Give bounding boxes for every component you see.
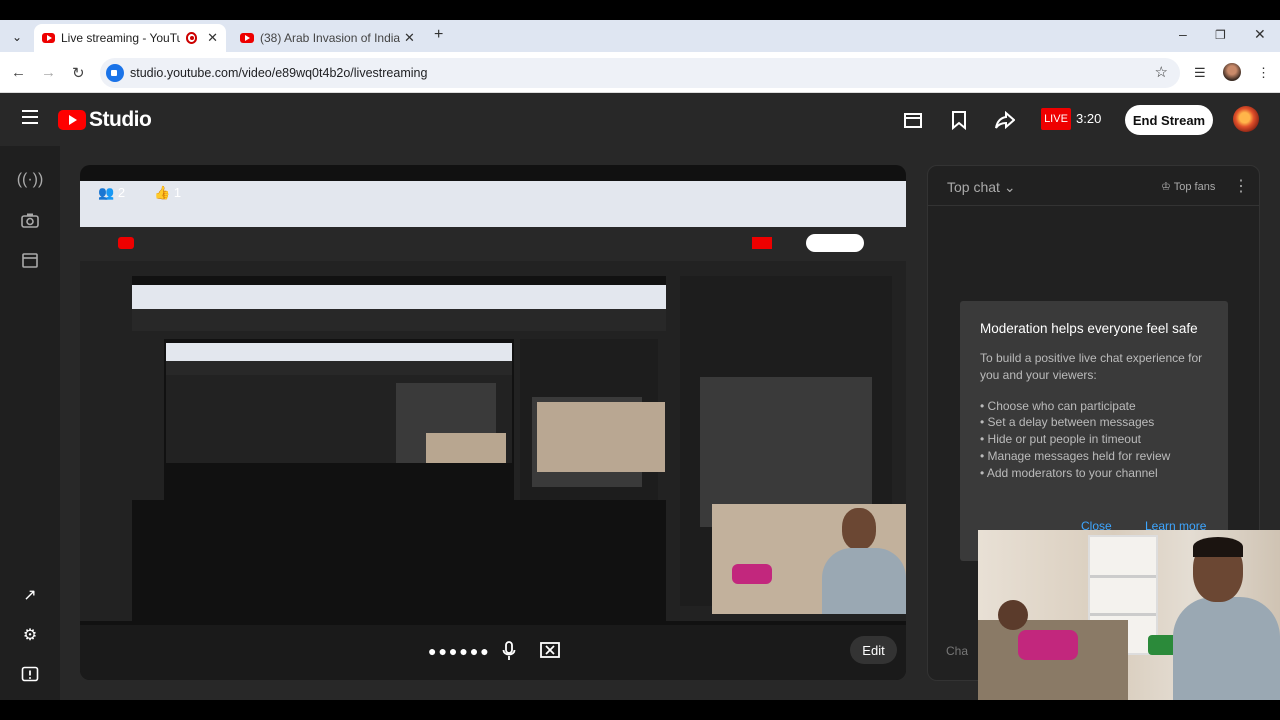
restore-button[interactable]: ❐ (1215, 28, 1226, 42)
tab-arab-invasion[interactable]: (38) Arab Invasion of India: Hist ✕ (232, 24, 428, 52)
top-fans-button[interactable]: ♔ Top fans (1161, 180, 1215, 193)
end-stream-button[interactable]: End Stream (1125, 105, 1213, 135)
screen-share-icon[interactable] (540, 641, 560, 664)
preview-capture-level-3 (166, 343, 512, 463)
close-window-button[interactable]: ✕ (1254, 26, 1266, 43)
live-badge: LIVE (1041, 108, 1071, 130)
stream-controls: ●●●●●● Edit (80, 625, 906, 680)
webcam-person-child (998, 600, 1028, 630)
close-tab-icon[interactable]: ✕ (404, 30, 415, 46)
like-count: 1 (173, 185, 182, 200)
gear-icon[interactable]: ⚙ (18, 623, 42, 647)
letterbox-bottom (0, 700, 1280, 720)
mic-icon[interactable] (502, 641, 516, 666)
letterbox-top (0, 0, 1280, 20)
list-item: • Choose who can participate (980, 398, 1136, 413)
moderation-title: Moderation helps everyone feel safe (980, 321, 1198, 336)
audio-level-dots: ●●●●●● (428, 643, 491, 659)
tab-live-streaming[interactable]: Live streaming - YouTube S ✕ (34, 24, 226, 52)
browser-profile-avatar[interactable] (1223, 63, 1241, 81)
chat-title: Top chat (947, 179, 1000, 195)
menu-icon[interactable] (22, 110, 38, 124)
reload-icon[interactable]: ↻ (72, 64, 85, 82)
stream-preview: 👥 2 👍 1 (80, 181, 906, 621)
arrow-left-icon[interactable]: ← (11, 64, 26, 81)
preview-webcam-medium (712, 504, 906, 614)
minimize-button[interactable]: – (1179, 26, 1187, 42)
moderation-list: • Choose who can participate • Set a del… (980, 398, 1208, 482)
top-fans-label: Top fans (1173, 181, 1216, 193)
recording-icon (185, 32, 198, 44)
more-vertical-icon[interactable]: ⋮ (1257, 65, 1270, 81)
feedback-icon[interactable] (18, 663, 42, 687)
list-item: • Hide or put people in timeout (980, 432, 1141, 447)
chevron-down-icon[interactable]: ⌄ (6, 26, 28, 48)
broadcast-icon[interactable]: ((·)) (17, 168, 44, 192)
viewer-count: 2 (117, 185, 126, 200)
share-icon[interactable] (994, 109, 1016, 131)
webcam-person (1173, 535, 1280, 700)
like-stats: 👍 1 (154, 185, 194, 207)
media-control-icon[interactable]: ☰ (1194, 65, 1206, 81)
close-tab-icon[interactable]: ✕ (207, 30, 218, 46)
moderation-subtitle: To build a positive live chat experience… (980, 351, 1203, 382)
bookmark-icon[interactable] (948, 109, 970, 131)
youtube-favicon-icon (240, 33, 254, 43)
viewers-icon: 👥 (98, 185, 115, 200)
list-item: • Manage messages held for review (980, 448, 1171, 463)
studio-logo[interactable]: Studio (58, 108, 152, 132)
webcam-blanket (1018, 630, 1078, 660)
screen: ⌄ Live streaming - YouTube S ✕ (38) Arab… (0, 0, 1280, 720)
clapperboard-icon[interactable] (902, 109, 924, 131)
star-icon[interactable]: ☆ (1155, 63, 1168, 81)
tab-title: Live streaming - YouTube S (60, 31, 180, 45)
external-link-icon[interactable]: ↗ (18, 583, 42, 607)
browser-tab-bar: ⌄ Live streaming - YouTube S ✕ (38) Arab… (0, 20, 1280, 52)
new-tab-button[interactable]: + (434, 26, 443, 44)
youtube-logo-icon (58, 110, 86, 130)
arrow-right-icon[interactable]: → (41, 64, 56, 81)
chat-input[interactable]: Cha (946, 644, 968, 658)
chat-mode-dropdown[interactable]: Top chat ⌄ (947, 179, 1016, 196)
edit-button[interactable]: Edit (850, 636, 897, 664)
channel-avatar[interactable] (1233, 106, 1259, 132)
youtube-favicon-icon (42, 33, 55, 43)
left-sidebar: ((·)) ↗ ⚙ (0, 146, 60, 700)
live-duration: 3:20 (1076, 111, 1102, 126)
chat-header: Top chat ⌄ ♔ Top fans ⋮ (928, 166, 1259, 206)
viewer-stats: 👥 2 (98, 185, 158, 207)
list-item: • Set a delay between messages (980, 415, 1155, 430)
list-item: • Add moderators to your channel (980, 465, 1158, 480)
stream-preview-panel: 👥 2 👍 1 ●●●●●● Edit (80, 165, 906, 680)
camera-icon[interactable] (18, 208, 42, 232)
calendar-icon[interactable] (18, 248, 42, 272)
omnibox[interactable]: studio.youtube.com/video/e89wq0t4b2o/liv… (100, 58, 1180, 88)
moderation-card: Moderation helps everyone feel safe To b… (960, 301, 1228, 561)
more-vertical-icon[interactable]: ⋮ (1233, 176, 1249, 196)
webcam-overlay (978, 530, 1280, 700)
chevron-down-icon: ⌄ (1003, 179, 1016, 195)
preview-webcam-small (537, 402, 665, 472)
tab-title: (38) Arab Invasion of India: Hist (260, 31, 400, 45)
address-bar-row: ← → ↻ studio.youtube.com/video/e89wq0t4b… (0, 52, 1280, 93)
site-info-icon[interactable] (106, 64, 124, 82)
thumbs-up-icon: 👍 (154, 185, 171, 200)
trophy-icon: ♔ (1161, 181, 1171, 193)
url-text[interactable]: studio.youtube.com/video/e89wq0t4b2o/liv… (130, 66, 427, 80)
logo-text: Studio (89, 108, 152, 131)
preview-capture-level-1: 👥 2 👍 1 (80, 181, 906, 621)
